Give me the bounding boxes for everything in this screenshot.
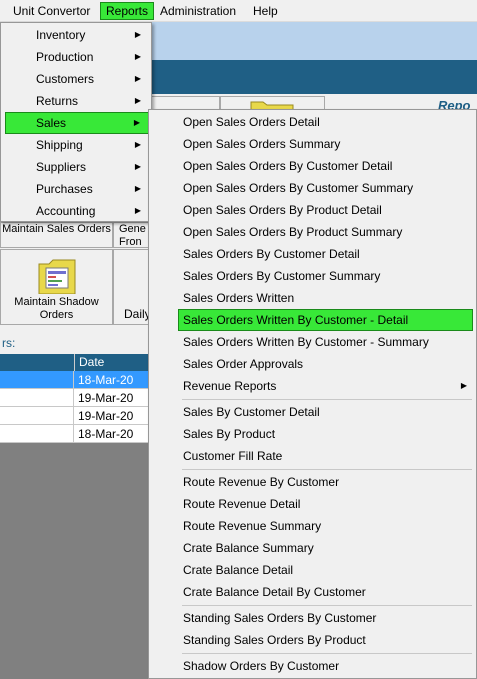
sales-item-open-orders-by-customer-detail[interactable]: Open Sales Orders By Customer Detail [178,155,473,177]
shadow-orders-icon [38,259,75,294]
sales-item-order-approvals[interactable]: Sales Order Approvals [178,353,473,375]
menu-item-label: Suppliers [36,160,87,174]
menu-reports[interactable]: Reports [100,2,155,20]
section-label: rs: [2,336,16,350]
table-row[interactable]: 18-Mar-20 [0,425,150,443]
table-cell-date: 18-Mar-20 [78,427,134,441]
table-cell [0,371,74,389]
reports-item-suppliers[interactable]: Suppliers ▶ [5,156,149,178]
table-cell [0,389,74,407]
menu-item-label: Accounting [36,204,96,218]
maintain-shadow-orders-button[interactable]: Maintain Shadow Orders [0,249,113,325]
sales-item-orders-by-customer-detail[interactable]: Sales Orders By Customer Detail [178,243,473,265]
table-row[interactable]: 19-Mar-20 [0,389,150,407]
grid-header-col1[interactable] [0,354,74,371]
reports-item-inventory[interactable]: Inventory ▶ [5,24,149,46]
reports-item-sales[interactable]: Sales ▶ [5,112,149,134]
submenu-arrow-icon: ▶ [460,381,467,390]
submenu-arrow-icon: ▶ [134,30,141,39]
reports-item-production[interactable]: Production ▶ [5,46,149,68]
menu-item-label: Shipping [36,138,83,152]
daily-label: Daily [124,307,151,321]
sales-item-crate-balance-detail-by-customer[interactable]: Crate Balance Detail By Customer [178,581,473,603]
tile-top-2[interactable] [220,96,325,111]
sales-item-open-orders-by-product-summary[interactable]: Open Sales Orders By Product Summary [178,221,473,243]
menu-separator [182,399,472,400]
menu-item-label: Revenue Reports [183,379,277,393]
sales-item-crate-balance-detail[interactable]: Crate Balance Detail [178,559,473,581]
menu-item-label: Customers [36,72,95,86]
menu-item-label: Production [36,50,94,64]
table-cell-date: 19-Mar-20 [78,409,134,423]
sales-item-orders-written-by-customer-detail[interactable]: Sales Orders Written By Customer - Detai… [178,309,473,331]
menu-bar: Unit Convertor Reports Administration He… [0,0,477,22]
menu-separator [182,469,472,470]
reports-item-returns[interactable]: Returns ▶ [5,90,149,112]
generate-from-button[interactable]: Gene Fron [113,222,150,248]
maintain-sales-orders-button[interactable]: Maintain Sales Orders [0,222,113,248]
menu-separator [182,653,472,654]
submenu-arrow-icon: ▶ [134,96,141,105]
sales-submenu: Open Sales Orders Detail Open Sales Orde… [148,109,477,679]
submenu-arrow-icon: ▶ [134,162,141,171]
menu-administration[interactable]: Administration [155,2,241,20]
sales-item-crate-balance-summary[interactable]: Crate Balance Summary [178,537,473,559]
reports-item-accounting[interactable]: Accounting ▶ [5,200,149,222]
menu-unit-convertor[interactable]: Unit Convertor [8,2,95,20]
sales-item-orders-written-by-customer-summary[interactable]: Sales Orders Written By Customer - Summa… [178,331,473,353]
sales-item-shadow-orders-by-customer[interactable]: Shadow Orders By Customer [178,655,473,677]
sales-item-open-sales-orders-summary[interactable]: Open Sales Orders Summary [178,133,473,155]
generate-from-label: Gene Fron [119,223,146,248]
table-cell-date: 19-Mar-20 [78,391,134,405]
reports-item-purchases[interactable]: Purchases ▶ [5,178,149,200]
sales-item-revenue-reports[interactable]: Revenue Reports ▶ [178,375,473,397]
maintain-sales-orders-label: Maintain Sales Orders [2,223,111,235]
sales-item-standing-orders-by-customer[interactable]: Standing Sales Orders By Customer [178,607,473,629]
table-row[interactable]: 19-Mar-20 [0,407,150,425]
submenu-arrow-icon: ▶ [133,118,140,127]
tile-top-1[interactable] [150,96,220,110]
table-row[interactable]: 18-Mar-20 [0,371,150,389]
submenu-arrow-icon: ▶ [134,74,141,83]
menu-separator [182,605,472,606]
submenu-arrow-icon: ▶ [134,184,141,193]
sales-item-sales-by-product[interactable]: Sales By Product [178,423,473,445]
table-cell-date: 18-Mar-20 [78,373,134,387]
menu-item-label: Inventory [36,28,86,42]
sales-item-customer-fill-rate[interactable]: Customer Fill Rate [178,445,473,467]
submenu-arrow-icon: ▶ [134,206,141,215]
menu-item-label: Sales [36,116,67,130]
sales-item-orders-by-customer-summary[interactable]: Sales Orders By Customer Summary [178,265,473,287]
sales-item-open-orders-by-customer-summary[interactable]: Open Sales Orders By Customer Summary [178,177,473,199]
menu-item-label: Purchases [36,182,93,196]
sales-item-standing-orders-by-product[interactable]: Standing Sales Orders By Product [178,629,473,651]
reports-item-shipping[interactable]: Shipping ▶ [5,134,149,156]
sales-item-route-revenue-summary[interactable]: Route Revenue Summary [178,515,473,537]
table-cell [0,407,74,425]
sales-item-open-sales-orders-detail[interactable]: Open Sales Orders Detail [178,111,473,133]
sales-item-orders-written[interactable]: Sales Orders Written [178,287,473,309]
maintain-shadow-orders-label: Maintain Shadow Orders [14,296,99,321]
sales-item-open-orders-by-product-detail[interactable]: Open Sales Orders By Product Detail [178,199,473,221]
reports-item-customers[interactable]: Customers ▶ [5,68,149,90]
table-cell [0,425,74,443]
reports-dropdown: Inventory ▶ Production ▶ Customers ▶ Return… [0,22,152,222]
sales-item-route-revenue-by-customer[interactable]: Route Revenue By Customer [178,471,473,493]
submenu-arrow-icon: ▶ [134,52,141,61]
daily-button[interactable]: Daily [113,249,151,325]
sales-item-route-revenue-detail[interactable]: Route Revenue Detail [178,493,473,515]
menu-item-label: Returns [36,94,79,108]
menu-help[interactable]: Help [248,2,283,20]
grid-header-date[interactable]: Date [74,354,150,371]
submenu-arrow-icon: ▶ [134,140,141,149]
sales-item-sales-by-customer-detail[interactable]: Sales By Customer Detail [178,401,473,423]
